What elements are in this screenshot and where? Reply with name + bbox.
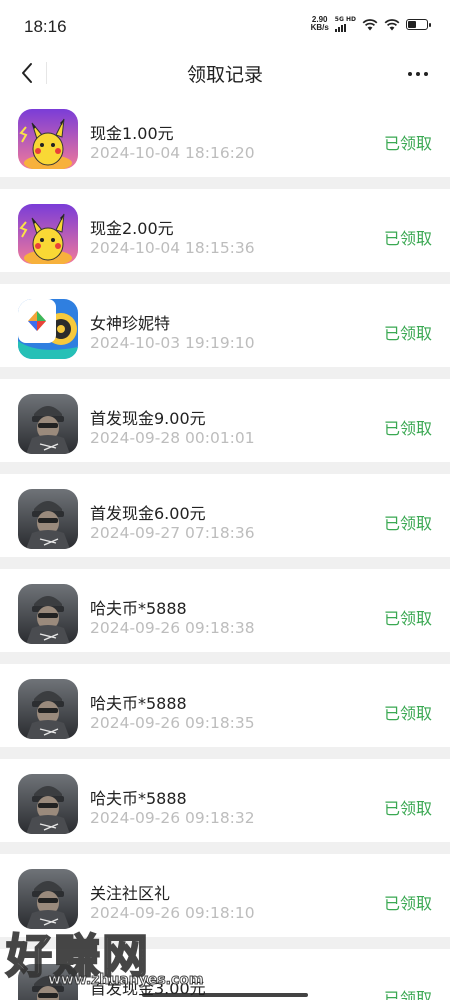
claim-record-row[interactable]: 关注社区礼 2024-09-26 09:18:10 已领取 <box>0 854 450 949</box>
claimed-status-label: 已领取 <box>383 799 432 818</box>
claimed-status-label: 已领取 <box>383 419 432 438</box>
row-separator <box>0 557 450 569</box>
record-timestamp: 2024-10-03 19:19:10 <box>90 334 255 352</box>
claim-record-row[interactable]: 现金1.00元 2024-10-04 18:16:20 已领取 <box>0 94 450 189</box>
claimed-status-label: 已领取 <box>383 324 432 343</box>
record-timestamp: 2024-10-04 18:16:20 <box>90 144 255 162</box>
claim-record-row[interactable]: 首发现金6.00元 2024-09-27 07:18:36 已领取 <box>0 474 450 569</box>
record-timestamp: 2024-09-27 07:18:36 <box>90 524 255 542</box>
record-timestamp: 2024-09-26 09:18:35 <box>90 714 255 732</box>
row-separator <box>0 462 450 474</box>
home-indicator[interactable] <box>142 993 308 997</box>
record-title: 哈夫币*5888 <box>90 789 187 808</box>
status-bar: 18:16 2.90 KB/s 5G HD <box>0 0 450 52</box>
soldier-game-icon <box>18 774 78 834</box>
record-title: 哈夫币*5888 <box>90 694 187 713</box>
more-dot-icon <box>408 72 412 76</box>
nav-bar: 领取记录 <box>0 52 450 94</box>
cellular-signal-icon: 5G HD <box>334 16 356 32</box>
record-timestamp: 2024-09-26 09:18:38 <box>90 619 255 637</box>
record-timestamp: 2024-09-26 09:18:10 <box>90 904 255 922</box>
soldier-game-icon <box>18 869 78 929</box>
more-dot-icon <box>416 72 420 76</box>
record-timestamp: 2024-09-28 00:01:01 <box>90 429 255 447</box>
record-title: 首发现金9.00元 <box>90 409 206 428</box>
row-separator <box>0 747 450 759</box>
row-separator <box>0 272 450 284</box>
more-dot-icon <box>424 72 428 76</box>
status-time: 18:16 <box>24 17 67 36</box>
network-speed: 2.90 KB/s <box>310 15 329 32</box>
soldier-game-icon <box>18 679 78 739</box>
row-separator <box>0 177 450 189</box>
claimed-status-label: 已领取 <box>383 609 432 628</box>
claimed-status-label: 已领取 <box>383 229 432 248</box>
more-options-button[interactable] <box>404 60 432 88</box>
row-separator <box>0 652 450 664</box>
claimed-status-label: 已领取 <box>383 989 432 1000</box>
record-title: 现金1.00元 <box>90 124 174 143</box>
claimed-status-label: 已领取 <box>383 514 432 533</box>
record-title: 首发现金6.00元 <box>90 504 206 523</box>
soldier-game-icon <box>18 584 78 644</box>
wifi-icon-secondary <box>384 18 400 30</box>
record-timestamp: 2024-10-04 18:15:36 <box>90 239 255 257</box>
page-title: 领取记录 <box>186 64 263 86</box>
record-timestamp: 2024-09-26 09:18:32 <box>90 809 255 827</box>
claim-record-row[interactable]: 现金2.00元 2024-10-04 18:15:36 已领取 <box>0 189 450 284</box>
claim-record-row[interactable]: 哈夫币*5888 2024-09-26 09:18:35 已领取 <box>0 664 450 759</box>
record-title: 女神珍妮特 <box>90 314 171 333</box>
pikachu-game-icon <box>18 109 78 169</box>
soldier-game-icon <box>18 964 78 1000</box>
claim-record-list: 现金1.00元 2024-10-04 18:16:20 已领取 现金2.00元 2024… <box>0 94 450 1000</box>
battery-icon <box>406 18 431 30</box>
row-separator <box>0 842 450 854</box>
claim-record-row[interactable]: 哈夫币*5888 2024-09-26 09:18:38 已领取 <box>0 569 450 664</box>
claim-record-row[interactable]: 哈夫币*5888 2024-09-26 09:18:32 已领取 <box>0 759 450 854</box>
record-title: 关注社区礼 <box>90 884 171 903</box>
pikachu-game-icon <box>18 204 78 264</box>
status-icons: 2.90 KB/s 5G HD <box>310 15 431 32</box>
claimed-status-label: 已领取 <box>383 134 432 153</box>
claimed-status-label: 已领取 <box>383 704 432 723</box>
soldier-game-icon <box>18 394 78 454</box>
row-separator <box>0 937 450 949</box>
goddess-game-icon <box>18 299 78 359</box>
soldier-game-icon <box>18 489 78 549</box>
record-title: 哈夫币*5888 <box>90 599 187 618</box>
row-separator <box>0 367 450 379</box>
claimed-status-label: 已领取 <box>383 894 432 913</box>
wifi-icon <box>362 18 378 30</box>
claim-record-row[interactable]: 女神珍妮特 2024-10-03 19:19:10 已领取 <box>0 284 450 379</box>
record-title: 现金2.00元 <box>90 219 174 238</box>
claim-record-row[interactable]: 首发现金9.00元 2024-09-28 00:01:01 已领取 <box>0 379 450 474</box>
